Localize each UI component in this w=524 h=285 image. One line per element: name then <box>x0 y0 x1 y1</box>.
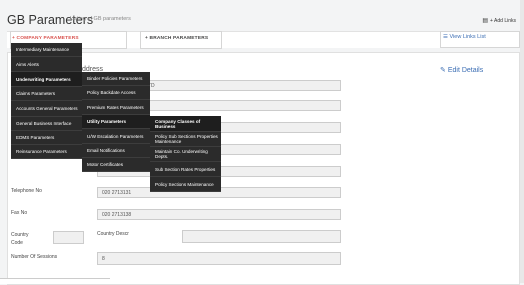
menu-item-aims-alerts[interactable]: Aims Alerts <box>11 57 82 72</box>
menu-item-reinsurance[interactable]: Reinsurance Parameters <box>11 145 82 159</box>
menu-item-email-notifications[interactable]: Email Notifications <box>82 144 150 158</box>
tab-company-parameters[interactable]: + COMPANY PARAMETERS <box>12 36 79 41</box>
country-code-field[interactable] <box>53 231 84 244</box>
menu-item-edms[interactable]: EDMS Parameters <box>11 131 82 145</box>
add-links-button[interactable]: ▤ + Add Links <box>482 17 516 25</box>
menu-item-accounts[interactable]: Accounts General Parameters <box>11 101 82 117</box>
telephone-label: Telephone No <box>11 188 42 194</box>
page-subtitle: Listing of GB parameters <box>70 16 131 22</box>
menu-item-uw-escalation[interactable]: U/W Escalation Parameters <box>82 129 150 144</box>
utility-submenu: Company Classes of Business Policy Sub S… <box>150 116 221 192</box>
edit-details-button[interactable]: ✎ Edit Details <box>440 66 483 74</box>
menu-item-binder-policies[interactable]: Binder Policies Parameters <box>82 72 150 86</box>
edit-details-label: Edit Details <box>447 67 484 74</box>
menu-item-underwriting[interactable]: Underwriting Parameters <box>11 72 82 87</box>
fax-field[interactable]: 020 2713138 <box>97 209 341 220</box>
country-code-label: Country Code <box>11 232 29 246</box>
country-descr-field[interactable] <box>182 230 341 243</box>
menu-item-policy-sections[interactable]: Policy Sections Maintenance <box>150 177 221 192</box>
menu-item-accounts-label: Accounts General Parameters <box>16 105 78 111</box>
menu-item-sub-section-rates[interactable]: Sub Section Rates Properties <box>150 162 221 177</box>
menu-item-policy-backdate[interactable]: Policy Backdate Access <box>82 86 150 100</box>
country-descr-label: Country Descr <box>97 231 129 237</box>
list-icon: ☰ <box>443 34 448 40</box>
menu-item-motor-certificates[interactable]: Motor Certificates <box>82 158 150 172</box>
vertical-scrollbar[interactable] <box>520 0 524 283</box>
fax-label: Fax No <box>11 210 28 216</box>
company-parameters-menu: Intermediary Maintenance Aims Alerts Und… <box>11 43 82 159</box>
menu-item-policy-sub-sections[interactable]: Policy Sub Sections Properties Maintenan… <box>150 132 221 147</box>
horizontal-scrollbar[interactable] <box>0 278 110 284</box>
view-links-button[interactable]: ☰ View Links List <box>443 34 486 40</box>
car-icon: ▤ <box>482 18 488 24</box>
edit-icon: ✎ <box>440 67 446 74</box>
sessions-field[interactable]: 8 <box>97 252 341 265</box>
menu-item-premium-rates[interactable]: Premium Rates Parameters <box>82 100 150 115</box>
menu-item-intermediary[interactable]: Intermediary Maintenance <box>11 43 82 57</box>
view-links-label: View Links List <box>449 34 486 40</box>
sessions-label: Number Of Sessions <box>11 254 58 260</box>
underwriting-submenu: Binder Policies Parameters Policy Backda… <box>82 72 150 172</box>
menu-item-underwriting-depts[interactable]: Maintain Co. Underwriting Depts. <box>150 147 221 162</box>
tab-branch-parameters[interactable]: + BRANCH PARAMETERS <box>145 36 208 41</box>
menu-item-general-business[interactable]: General Business Interface <box>11 117 82 131</box>
menu-item-claims[interactable]: Claims Parameters <box>11 87 82 101</box>
menu-item-company-classes[interactable]: Company Classes of Business <box>150 116 221 132</box>
add-links-label: + Add Links <box>490 17 516 24</box>
menu-item-utility[interactable]: Utility Parameters <box>82 115 150 129</box>
